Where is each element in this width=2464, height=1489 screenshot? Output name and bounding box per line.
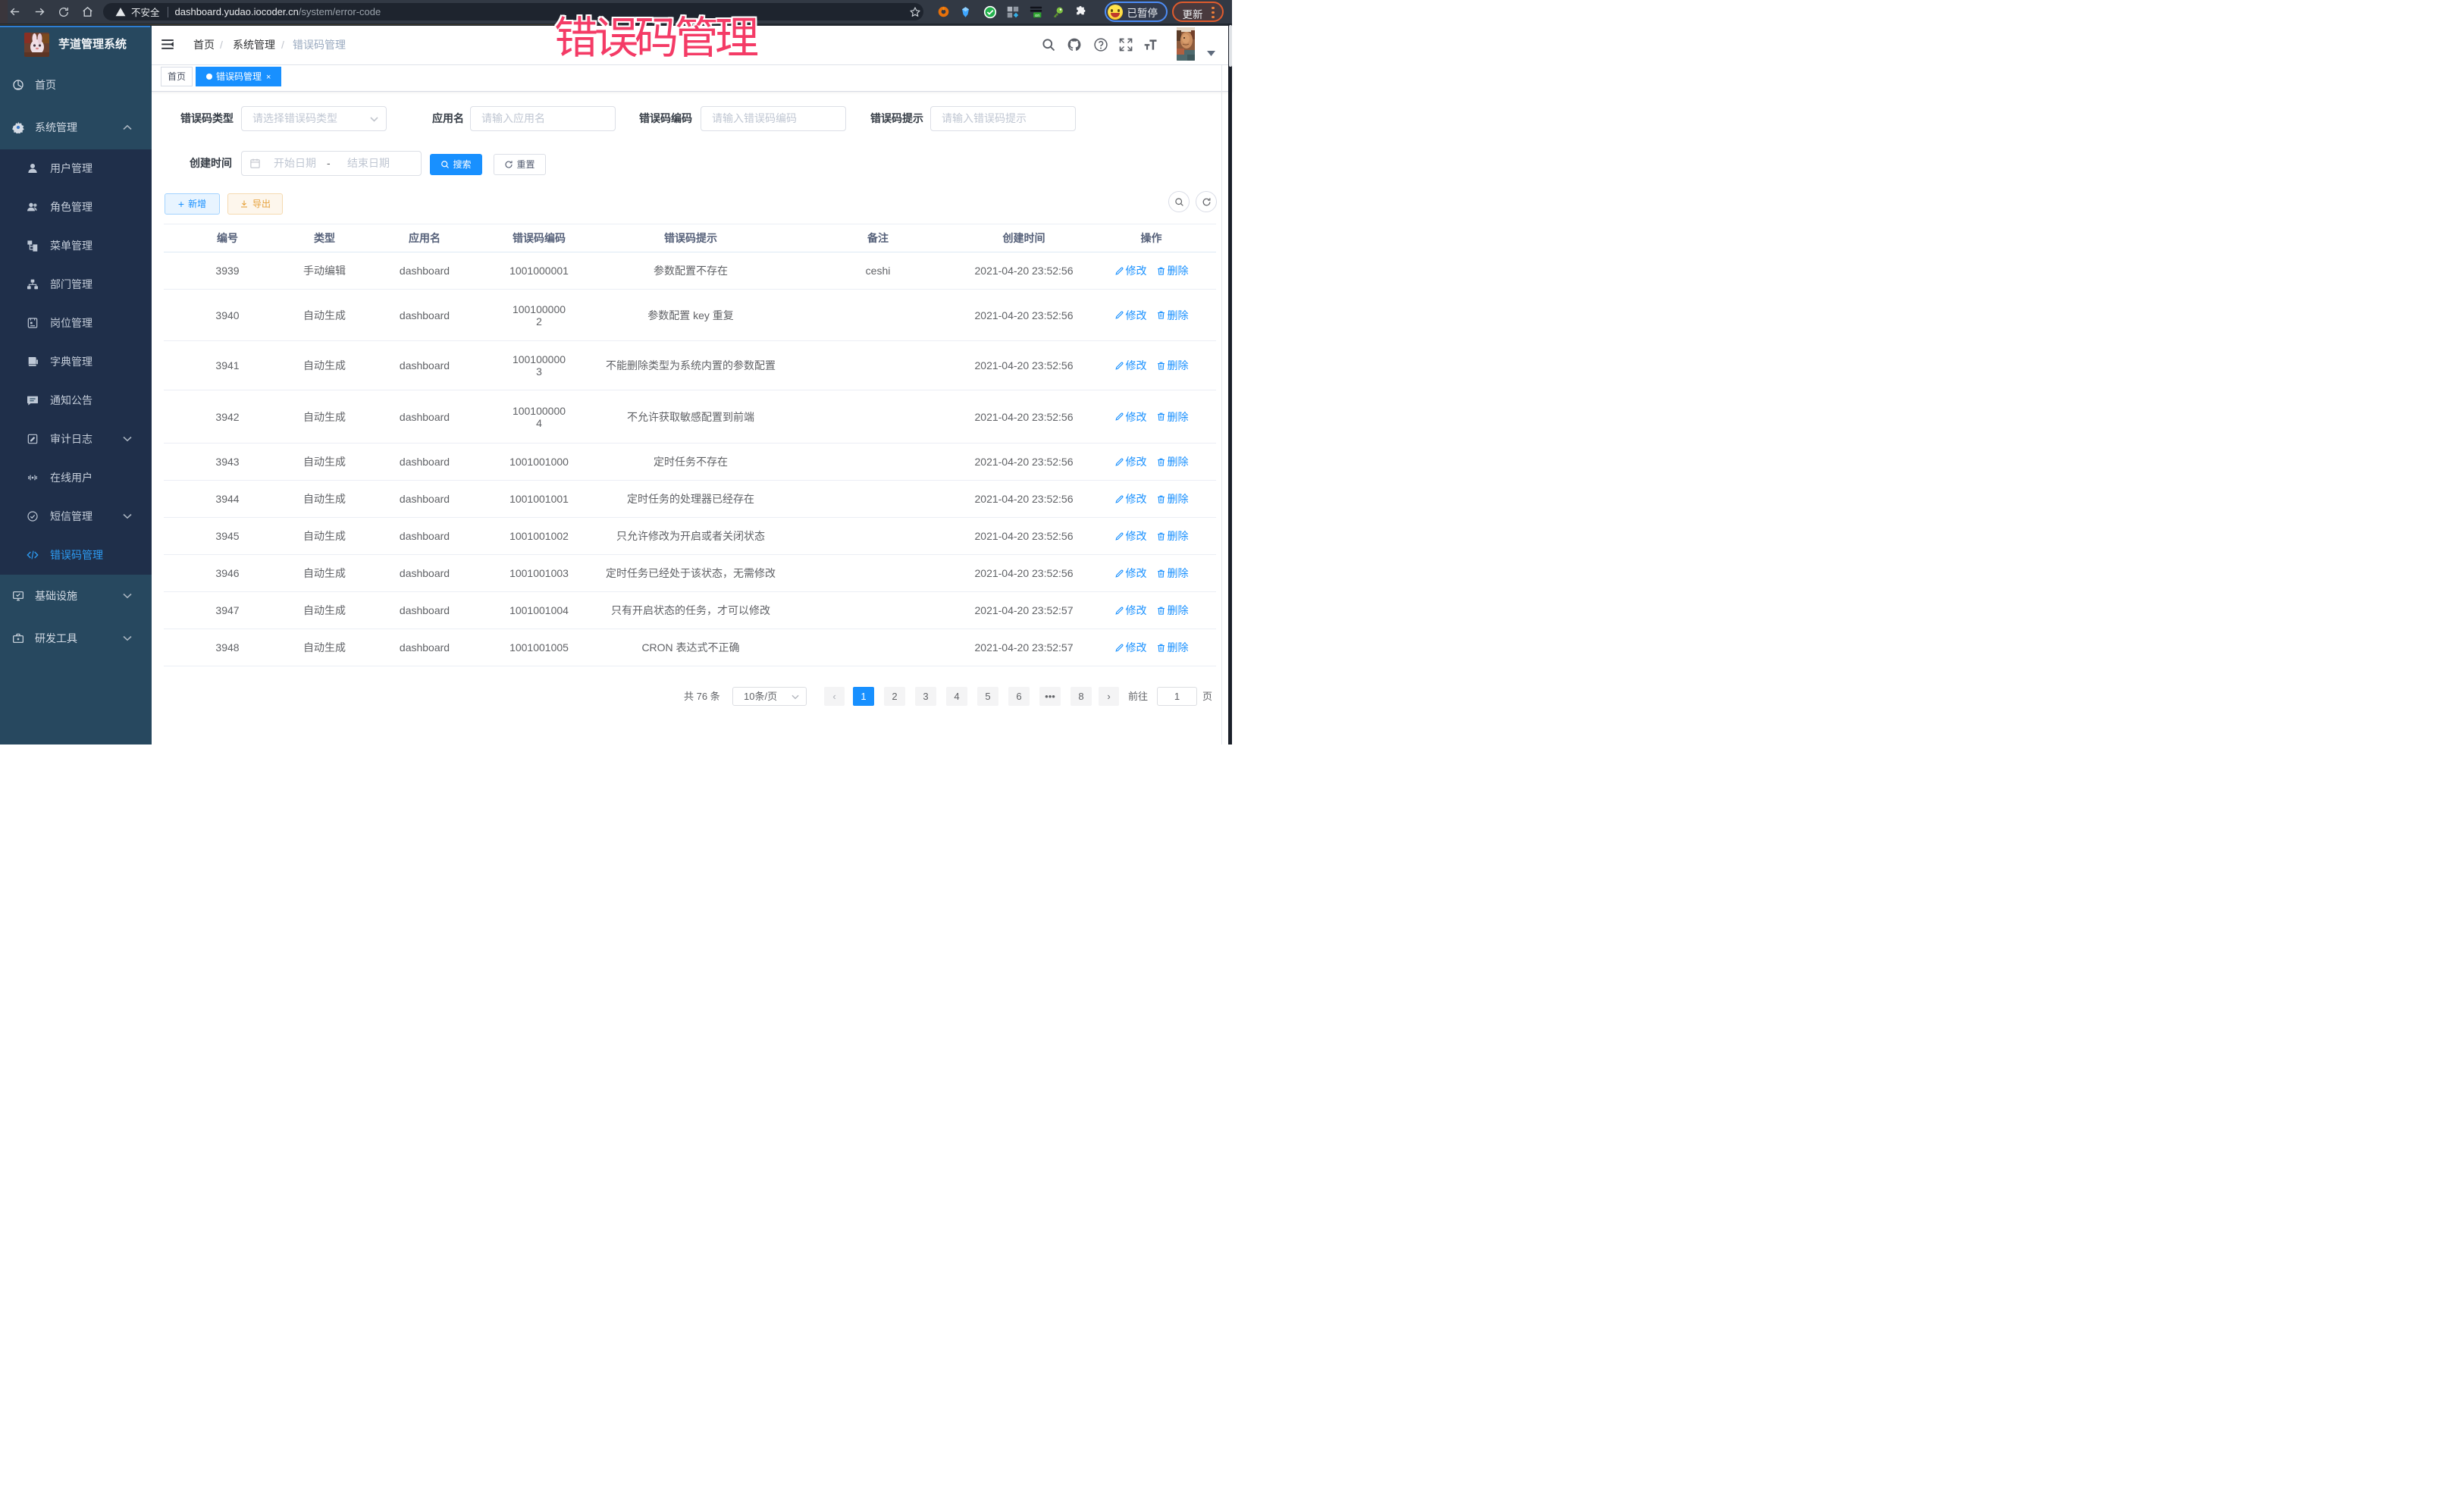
svg-text:on: on	[1035, 14, 1039, 18]
